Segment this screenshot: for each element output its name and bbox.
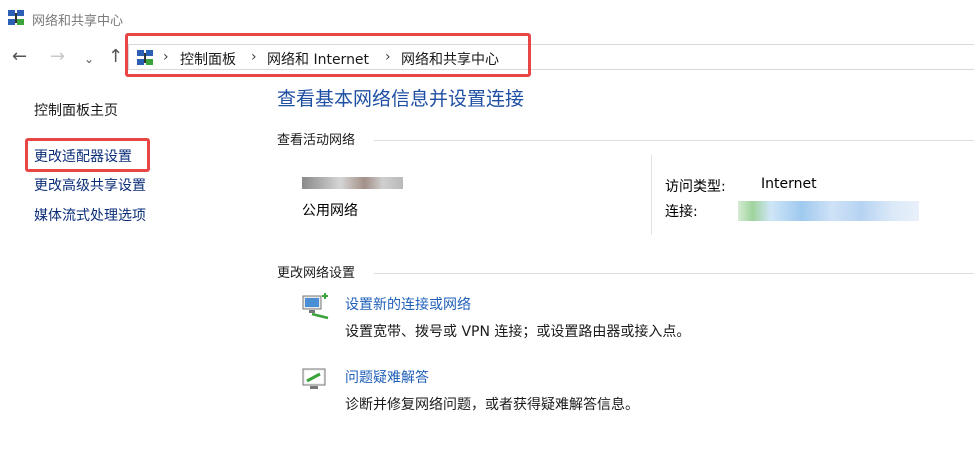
- divider: [374, 273, 974, 274]
- sidebar-item-advanced-sharing[interactable]: 更改高级共享设置: [34, 175, 146, 195]
- network-name-redacted: [302, 177, 403, 189]
- access-type-label: 访问类型:: [665, 179, 726, 195]
- divider: [651, 155, 652, 235]
- sidebar-item-control-panel-home[interactable]: 控制面板主页: [34, 100, 118, 120]
- up-button[interactable]: ↑: [108, 46, 123, 67]
- troubleshoot-link[interactable]: 问题疑难解答: [345, 367, 429, 387]
- back-button[interactable]: ←: [12, 46, 27, 67]
- troubleshoot-icon: [302, 368, 326, 389]
- address-highlight-box: [125, 33, 531, 77]
- setup-new-connection-description: 设置宽带、拨号或 VPN 连接；或设置路由器或接入点。: [345, 324, 691, 340]
- troubleshoot-description: 诊断并修复网络问题，或者获得疑难解答信息。: [345, 397, 639, 413]
- recent-locations-icon[interactable]: ⌄: [84, 52, 94, 66]
- adapter-highlight-box: [25, 138, 150, 172]
- window-title: 网络和共享中心: [32, 14, 124, 29]
- new-connection-icon: [302, 293, 329, 320]
- sidebar-item-media-streaming[interactable]: 媒体流式处理选项: [34, 205, 146, 225]
- access-type-value: Internet: [761, 176, 817, 192]
- network-center-icon: [8, 10, 24, 25]
- divider: [374, 140, 974, 141]
- forward-button[interactable]: →: [50, 46, 65, 67]
- page-title: 查看基本网络信息并设置连接: [277, 88, 525, 110]
- network-type: 公用网络: [302, 203, 358, 219]
- change-settings-header: 更改网络设置: [277, 266, 356, 281]
- connection-link-redacted[interactable]: [738, 201, 919, 221]
- setup-new-connection-link[interactable]: 设置新的连接或网络: [345, 294, 471, 314]
- connection-label: 连接:: [665, 204, 698, 220]
- active-networks-header: 查看活动网络: [277, 133, 356, 148]
